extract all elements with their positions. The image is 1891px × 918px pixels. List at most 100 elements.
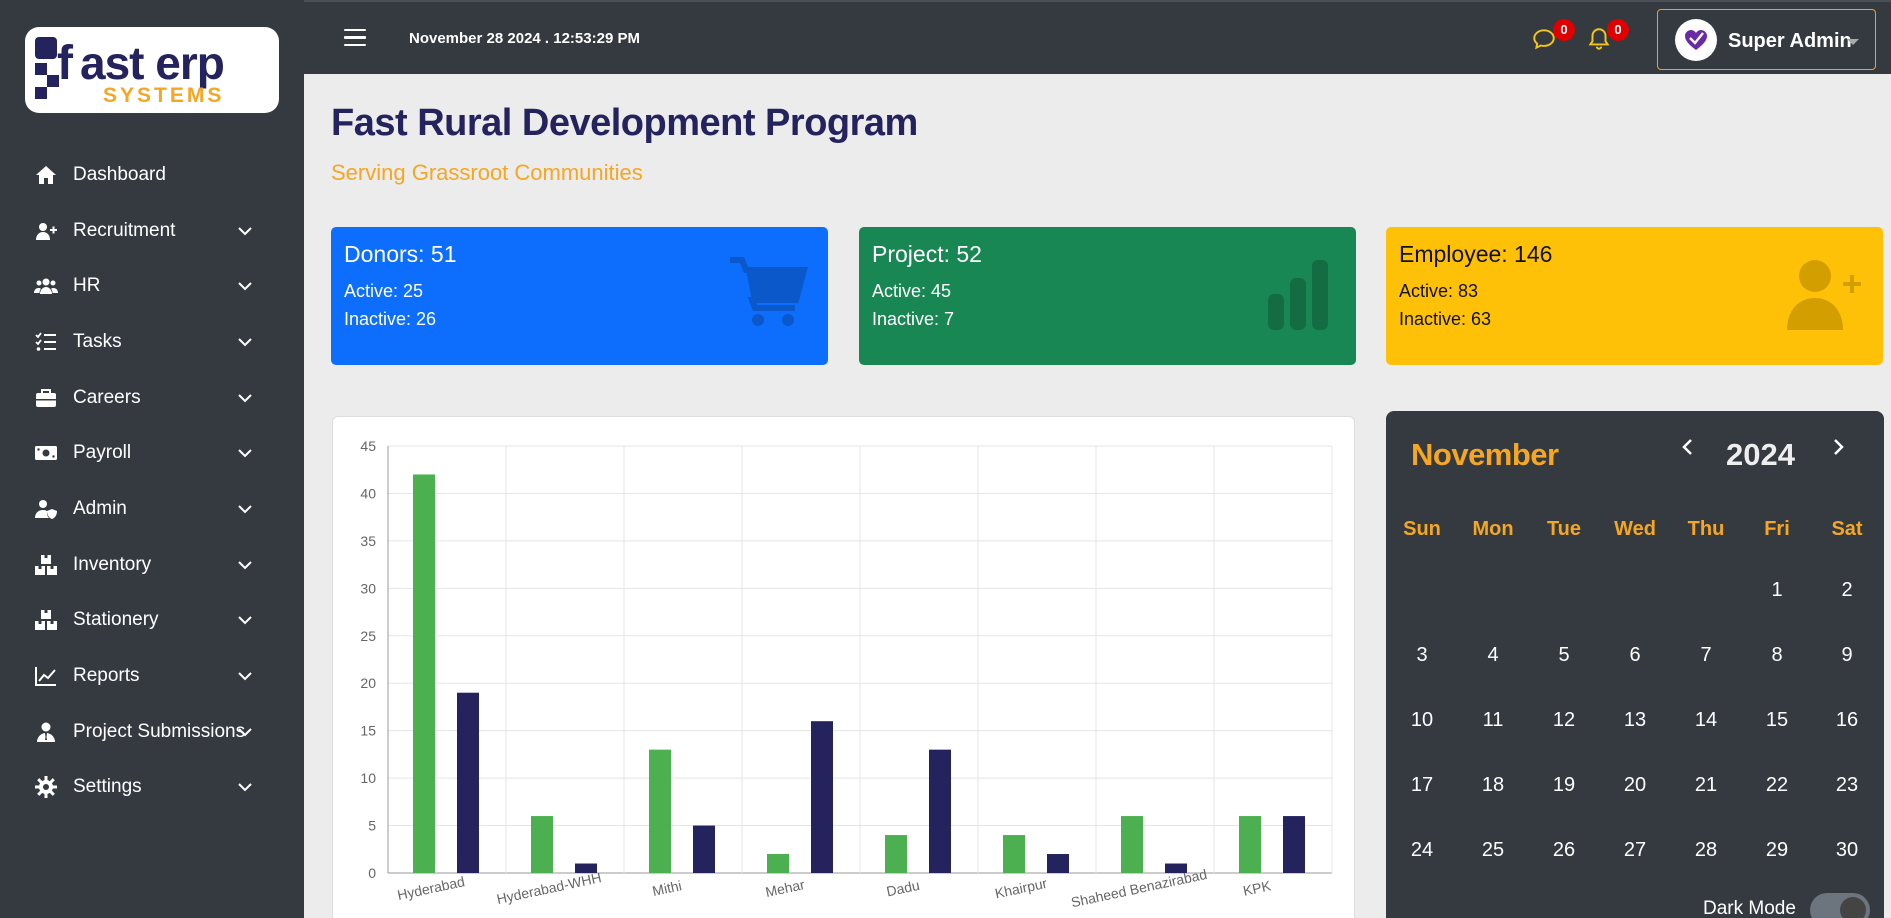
card-inactive: Inactive: 63 <box>1399 309 1492 329</box>
hamburger-menu-icon[interactable] <box>344 29 366 47</box>
bar-series1 <box>413 474 435 873</box>
calendar-day[interactable]: 20 <box>1610 774 1660 797</box>
card-inactive: Inactive: 7 <box>872 309 955 329</box>
calendar-day[interactable]: 26 <box>1539 839 1589 862</box>
calendar-day[interactable]: 9 <box>1822 644 1872 667</box>
dark-mode-label: Dark Mode <box>1703 898 1796 918</box>
tasks-icon <box>35 332 56 351</box>
calendar-day[interactable]: 1 <box>1752 579 1802 602</box>
chevron-right-icon[interactable] <box>1828 436 1848 458</box>
weekday-label: Fri <box>1764 518 1790 540</box>
sidebar-item-label: Admin <box>73 497 127 519</box>
sidebar-item-tasks[interactable]: Tasks <box>0 314 304 370</box>
weekday-label: Tue <box>1546 518 1582 540</box>
chevron-down-icon <box>238 282 252 291</box>
sidebar-item-label: Reports <box>73 665 140 687</box>
weekday-label: Wed <box>1614 518 1656 540</box>
sidebar-item-careers[interactable]: Careers <box>0 370 304 426</box>
calendar-day[interactable]: 22 <box>1752 774 1802 797</box>
sidebar-item-label: Dashboard <box>73 163 166 185</box>
calendar-day[interactable]: 13 <box>1610 709 1660 732</box>
calendar-day[interactable]: 10 <box>1397 709 1447 732</box>
chevron-down-icon <box>238 783 252 792</box>
bar-series2 <box>457 692 479 873</box>
bar-series2 <box>929 749 951 873</box>
x-tick-label: Mehar <box>764 876 806 900</box>
sidebar-item-settings[interactable]: Settings <box>0 760 304 816</box>
calendar-day[interactable]: 23 <box>1822 774 1872 797</box>
chevron-down-icon <box>238 449 252 458</box>
calendar-day[interactable]: 2 <box>1822 579 1872 602</box>
sidebar-item-label: Inventory <box>73 553 152 575</box>
user-menu-button[interactable]: Super Admin <box>1657 9 1876 70</box>
calendar-day[interactable]: 29 <box>1752 839 1802 862</box>
calendar-day[interactable]: 25 <box>1468 839 1518 862</box>
y-tick-label: 5 <box>368 818 376 834</box>
employee-card[interactable]: Employee: 146 Active: 83 Inactive: 63 <box>1386 227 1883 365</box>
calendar-day[interactable]: 21 <box>1681 774 1731 797</box>
sidebar-item-label: HR <box>73 275 101 297</box>
sidebar-item-label: Stationery <box>73 609 159 631</box>
sidebar-item-dashboard[interactable]: Dashboard <box>0 147 304 203</box>
sidebar-item-inventory[interactable]: Inventory <box>0 537 304 593</box>
sidebar-item-reports[interactable]: Reports <box>0 648 304 704</box>
toggle-knob <box>1840 897 1866 918</box>
home-icon <box>36 165 56 184</box>
project-card[interactable]: Project: 52 Active: 45 Inactive: 7 <box>859 227 1356 365</box>
dark-mode-toggle[interactable] <box>1810 893 1870 918</box>
sidebar-item-stationery[interactable]: Stationery <box>0 593 304 649</box>
chevron-left-icon[interactable] <box>1678 436 1698 458</box>
calendar: November 2024 Sun Mon Tue Wed Thu Fri Sat 1 2 3 4 5… <box>1386 411 1884 918</box>
y-tick-label: 25 <box>360 628 376 644</box>
calendar-day[interactable]: 11 <box>1468 709 1518 732</box>
sidebar-item-label: Payroll <box>73 442 132 464</box>
sidebar-item-payroll[interactable]: Payroll <box>0 425 304 481</box>
avatar <box>1675 19 1717 61</box>
calendar-day[interactable]: 8 <box>1752 644 1802 667</box>
page-subtitle: Serving Grassroot Communities <box>331 160 643 185</box>
calendar-day[interactable]: 5 <box>1539 644 1589 667</box>
user-plus-icon <box>1787 260 1861 330</box>
weekday-label: Sat <box>1831 518 1863 540</box>
sidebar-item-recruitment[interactable]: Recruitment <box>0 203 304 259</box>
chevron-down-icon <box>238 226 252 235</box>
bar-series1 <box>1239 816 1261 873</box>
app-logo[interactable]: f ast erp SYSTEMS <box>25 27 279 113</box>
donors-card[interactable]: Donors: 51 Active: 25 Inactive: 26 <box>331 227 828 365</box>
bar-series1 <box>531 816 553 873</box>
x-tick-label: Khairpur <box>993 875 1048 902</box>
x-tick-label: Hyderabad-WHH <box>495 869 603 907</box>
briefcase-icon <box>36 388 56 407</box>
calendar-day[interactable]: 16 <box>1822 709 1872 732</box>
calendar-day[interactable]: 14 <box>1681 709 1731 732</box>
sidebar-item-project-submissions[interactable]: Project Submissions <box>0 704 304 760</box>
calendar-day[interactable]: 3 <box>1397 644 1447 667</box>
chevron-down-icon <box>238 616 252 625</box>
y-tick-label: 40 <box>360 485 376 501</box>
calendar-day[interactable]: 30 <box>1822 839 1872 862</box>
bar-series2 <box>1283 816 1305 873</box>
calendar-day[interactable]: 6 <box>1610 644 1660 667</box>
calendar-day[interactable]: 28 <box>1681 839 1731 862</box>
calendar-day[interactable]: 7 <box>1681 644 1731 667</box>
user-plus-icon <box>36 222 57 240</box>
calendar-day[interactable]: 15 <box>1752 709 1802 732</box>
weekday-label: Mon <box>1472 518 1514 540</box>
card-active: Active: 83 <box>1399 281 1479 301</box>
bar-series1 <box>1121 816 1143 873</box>
y-tick-label: 45 <box>360 438 376 454</box>
calendar-day[interactable]: 12 <box>1539 709 1589 732</box>
sidebar-item-admin[interactable]: Admin <box>0 481 304 537</box>
calendar-day[interactable]: 17 <box>1397 774 1447 797</box>
sidebar-item-hr[interactable]: HR <box>0 258 304 314</box>
sidebar-item-label: Project Submissions <box>73 720 246 742</box>
calendar-day[interactable]: 27 <box>1610 839 1660 862</box>
chevron-down-icon <box>238 338 252 347</box>
sidebar-item-label: Careers <box>73 386 141 408</box>
calendar-day[interactable]: 18 <box>1468 774 1518 797</box>
calendar-day[interactable]: 4 <box>1468 644 1518 667</box>
y-tick-label: 20 <box>360 675 376 691</box>
card-active: Active: 25 <box>344 281 424 301</box>
calendar-day[interactable]: 19 <box>1539 774 1589 797</box>
calendar-day[interactable]: 24 <box>1397 839 1447 862</box>
